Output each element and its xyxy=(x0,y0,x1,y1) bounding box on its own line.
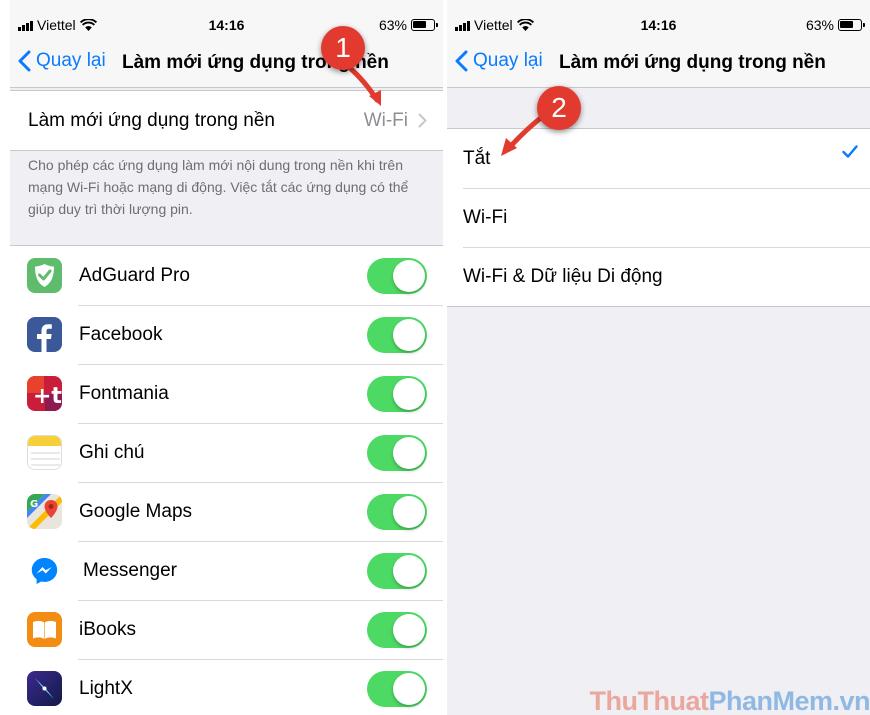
refresh-toggle[interactable] xyxy=(367,552,427,589)
annotation-marker-1: 1 xyxy=(321,26,365,70)
refresh-toggle[interactable] xyxy=(367,316,427,353)
facebook-icon xyxy=(27,317,62,352)
battery-indicator: 63% xyxy=(378,17,438,33)
app-row-google-maps: G Google Maps xyxy=(10,482,443,541)
app-name: iBooks xyxy=(79,618,137,640)
app-row-notes: Ghi chú xyxy=(10,423,443,482)
refresh-toggle[interactable] xyxy=(367,611,427,648)
option-wifi[interactable]: Wi-Fi xyxy=(447,188,870,247)
chevron-left-icon xyxy=(18,50,31,72)
screenshot-canvas: Viettel 14:16 63% Quay lại Làm mới ứng d… xyxy=(0,0,870,715)
adguard-icon xyxy=(27,258,62,293)
app-name: Ghi chú xyxy=(79,441,145,463)
app-name: Google Maps xyxy=(79,500,193,522)
option-label: Wi-Fi & Dữ liệu Di động xyxy=(463,265,663,287)
refresh-toggle[interactable] xyxy=(367,257,427,294)
status-bar: Viettel 14:16 63% xyxy=(10,0,443,42)
battery-percent: 63% xyxy=(805,17,834,33)
app-name: Fontmania xyxy=(79,382,169,404)
refresh-toggle[interactable] xyxy=(367,375,427,412)
battery-percent: 63% xyxy=(378,17,407,33)
app-row-messenger: Messenger xyxy=(10,541,443,600)
back-button[interactable]: Quay lại xyxy=(455,50,543,72)
app-row-adguard: AdGuard Pro xyxy=(10,246,443,305)
app-name: Facebook xyxy=(79,323,163,345)
navigation-bar: Quay lại Làm mới ứng dụng trong nền xyxy=(447,42,870,88)
lightx-icon xyxy=(27,671,62,706)
status-bar: Viettel 14:16 63% xyxy=(447,0,870,42)
refresh-toggle[interactable] xyxy=(367,434,427,471)
chevron-right-icon xyxy=(418,113,427,128)
app-row-ibooks: iBooks xyxy=(10,600,443,659)
back-button[interactable]: Quay lại xyxy=(18,50,106,72)
setting-value: Wi-Fi xyxy=(364,110,427,132)
option-label: Wi-Fi xyxy=(463,206,508,228)
page-title: Làm mới ứng dụng trong nền xyxy=(559,52,826,73)
google-maps-icon: G xyxy=(27,494,62,529)
notes-icon xyxy=(27,435,62,470)
chevron-left-icon xyxy=(455,50,468,72)
setting-label: Làm mới ứng dụng trong nền xyxy=(28,109,275,131)
svg-text:G: G xyxy=(30,499,38,510)
battery-icon xyxy=(838,19,865,31)
annotation-marker-2: 2 xyxy=(537,86,581,130)
app-name: LightX xyxy=(79,677,133,699)
refresh-toggle[interactable] xyxy=(367,670,427,707)
back-label: Quay lại xyxy=(473,50,543,71)
messenger-icon xyxy=(27,553,62,588)
setting-description: Cho phép các ứng dụng làm mới nội dung t… xyxy=(28,157,409,217)
option-wifi-and-cellular[interactable]: Wi-Fi & Dữ liệu Di động xyxy=(447,247,870,306)
app-list: AdGuard Pro Facebook +t Fontmania Ghi ch… xyxy=(10,245,443,715)
ibooks-icon xyxy=(27,612,62,647)
watermark: ThuThuatPhanMem.vn xyxy=(589,686,870,715)
app-name: AdGuard Pro xyxy=(79,264,190,286)
app-name: Messenger xyxy=(83,559,177,581)
app-row-lightx: LightX xyxy=(10,659,443,715)
battery-indicator: 63% xyxy=(805,17,865,33)
app-row-facebook: Facebook xyxy=(10,305,443,364)
svg-text:+t: +t xyxy=(33,384,62,409)
back-label: Quay lại xyxy=(36,50,106,71)
app-row-fontmania: +t Fontmania xyxy=(10,364,443,423)
battery-icon xyxy=(411,19,438,31)
left-phone-screen: Viettel 14:16 63% Quay lại Làm mới ứng d… xyxy=(10,0,443,715)
fontmania-icon: +t xyxy=(27,376,62,411)
checkmark-icon xyxy=(842,145,858,158)
refresh-toggle[interactable] xyxy=(367,493,427,530)
setting-current-value: Wi-Fi xyxy=(363,109,408,131)
right-phone-screen: Viettel 14:16 63% Quay lại Làm mới ứng d… xyxy=(447,0,870,715)
option-label: Tắt xyxy=(463,147,491,169)
